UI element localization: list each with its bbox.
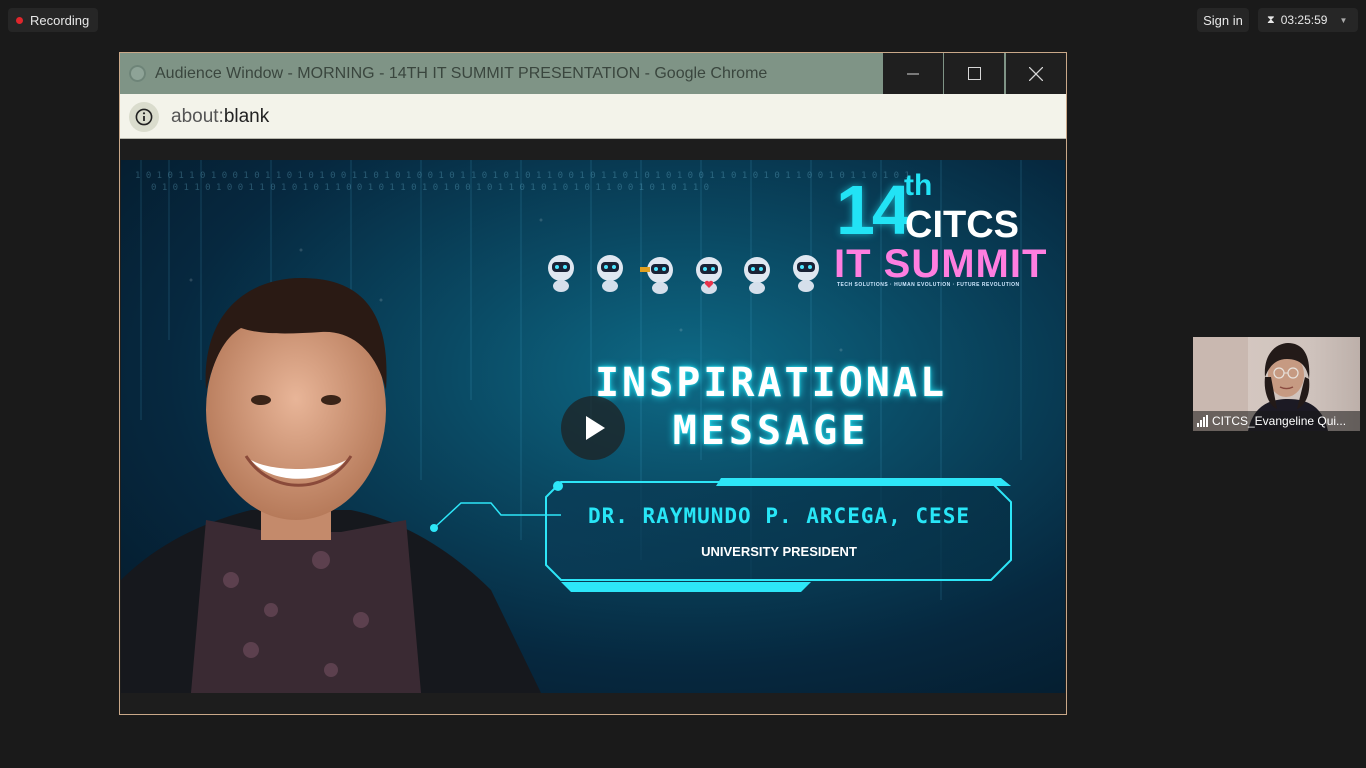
minimize-button[interactable] <box>883 53 943 94</box>
speaker-name: DR. RAYMUNDO P. ARCEGA, CESE <box>587 504 970 528</box>
participant-name: CITCS_Evangeline Qui... <box>1212 414 1347 428</box>
info-icon <box>135 108 153 126</box>
meeting-timer[interactable]: ⧗ 03:25:59 ▼ <box>1258 8 1358 32</box>
maximize-icon <box>967 67 981 80</box>
brand-tagline: TECH SOLUTIONS · HUMAN EVOLUTION · FUTUR… <box>837 282 1020 288</box>
hourglass-icon: ⧗ <box>1267 13 1275 26</box>
browser-titlebar[interactable]: Audience Window - MORNING - 14TH IT SUMM… <box>120 53 1066 94</box>
slide-heading-line2: MESSAGE <box>672 408 870 454</box>
url-text: about:blank <box>171 106 269 128</box>
name-card-frame <box>430 478 1012 592</box>
sign-in-button[interactable]: Sign in <box>1197 8 1249 32</box>
participant-name-bar: CITCS_Evangeline Qui... <box>1193 411 1360 431</box>
speaker-role: UNIVERSITY PRESIDENT <box>701 544 857 559</box>
brand-org: CITCS <box>905 204 1019 246</box>
maximize-button[interactable] <box>944 53 1004 94</box>
participant-video-tile[interactable]: CITCS_Evangeline Qui... <box>1193 337 1360 431</box>
robot-mascots <box>548 255 819 294</box>
globe-icon <box>129 65 146 82</box>
recording-dot-icon <box>16 16 23 24</box>
svg-text:0 1 0 1 1 0 1 0 0 1 1 0 1 0 1: 0 1 0 1 1 0 1 0 0 1 1 0 1 0 1 0 1 1 0 0 … <box>151 183 709 193</box>
minimize-icon <box>907 73 919 74</box>
presentation-slide: 1 0 1 0 1 1 0 1 0 0 1 0 1 1 0 1 0 1 0 0 … <box>121 160 1065 693</box>
url-scheme: about: <box>171 106 224 127</box>
recording-label: Recording <box>30 12 90 28</box>
brand-edition-number: 14 <box>836 171 911 249</box>
chevron-down-icon: ▼ <box>1339 15 1348 25</box>
window-bottom-strip <box>120 693 1066 714</box>
url-path: blank <box>223 106 270 127</box>
browser-window: Audience Window - MORNING - 14TH IT SUMM… <box>120 53 1066 714</box>
brand-event: IT SUMMIT <box>834 242 1048 286</box>
play-button[interactable] <box>561 396 625 460</box>
timer-value: 03:25:59 <box>1280 13 1328 27</box>
address-bar[interactable]: about:blank <box>120 94 1066 139</box>
brand-edition-suffix: th <box>904 169 933 202</box>
window-title: Audience Window - MORNING - 14TH IT SUMM… <box>155 65 768 82</box>
speaker-photo <box>121 278 541 693</box>
site-info-icon[interactable] <box>129 102 159 132</box>
close-icon <box>1029 66 1043 81</box>
svg-text:1 0 1 0 1 1 0 1 0 0 1 0 1 1 0: 1 0 1 0 1 1 0 1 0 0 1 0 1 1 0 1 0 1 0 0 … <box>135 171 910 181</box>
recording-indicator[interactable]: Recording <box>8 8 99 32</box>
close-button[interactable] <box>1006 53 1066 94</box>
signal-strength-icon <box>1197 415 1208 427</box>
play-icon <box>586 416 605 440</box>
